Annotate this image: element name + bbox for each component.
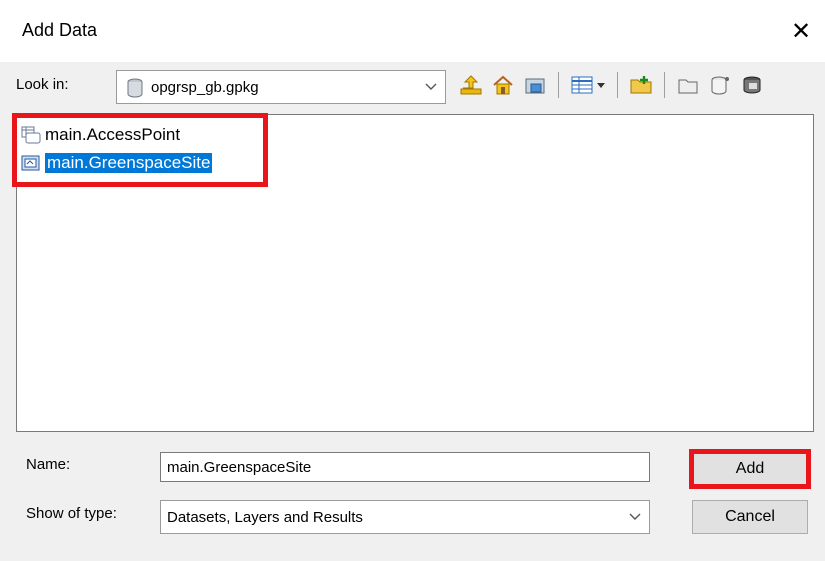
show-of-type-value: Datasets, Layers and Results xyxy=(167,508,363,526)
name-input-value: main.GreenspaceSite xyxy=(167,458,312,476)
connect-folder-icon[interactable] xyxy=(522,72,548,98)
up-one-level-icon[interactable] xyxy=(458,72,484,98)
list-item-label: main.GreenspaceSite xyxy=(45,153,213,173)
title-bar: Add Data ✕ xyxy=(0,0,825,62)
name-label: Name: xyxy=(26,456,71,473)
look-in-value: opgrsp_gb.gpkg xyxy=(151,78,259,96)
look-in-combobox[interactable]: opgrsp_gb.gpkg xyxy=(116,70,446,104)
look-in-label: Look in: xyxy=(16,76,69,93)
list-item[interactable]: main.GreenspaceSite xyxy=(21,151,213,175)
new-item-icon[interactable] xyxy=(675,72,701,98)
chevron-down-icon[interactable] xyxy=(425,71,437,103)
toolbar-separator xyxy=(664,72,665,98)
home-icon[interactable] xyxy=(490,72,516,98)
layer-icon[interactable] xyxy=(739,72,765,98)
show-of-type-select[interactable]: Datasets, Layers and Results xyxy=(160,500,650,534)
cancel-button[interactable]: Cancel xyxy=(692,500,808,534)
toolbar-separator xyxy=(617,72,618,98)
feature-class-icon xyxy=(21,154,41,172)
show-of-type-label: Show of type: xyxy=(26,505,117,522)
database-icon xyxy=(127,78,143,102)
view-menu-icon[interactable] xyxy=(569,72,607,98)
geodatabase-icon[interactable] xyxy=(707,72,733,98)
chevron-down-icon[interactable] xyxy=(629,501,641,533)
close-button[interactable]: ✕ xyxy=(777,8,825,56)
table-icon xyxy=(21,126,41,144)
add-data-dialog: Add Data ✕ Look in: opgrsp_gb.gpkg main.… xyxy=(0,0,825,561)
toolbar-separator xyxy=(558,72,559,98)
toolbar xyxy=(458,66,765,104)
file-list[interactable]: main.AccessPoint main.GreenspaceSite xyxy=(16,114,814,432)
list-item[interactable]: main.AccessPoint xyxy=(21,123,180,147)
add-button[interactable]: Add xyxy=(692,452,808,486)
new-folder-icon[interactable] xyxy=(628,72,654,98)
name-input[interactable]: main.GreenspaceSite xyxy=(160,452,650,482)
list-item-label: main.AccessPoint xyxy=(45,125,181,144)
dialog-title: Add Data xyxy=(22,20,98,40)
